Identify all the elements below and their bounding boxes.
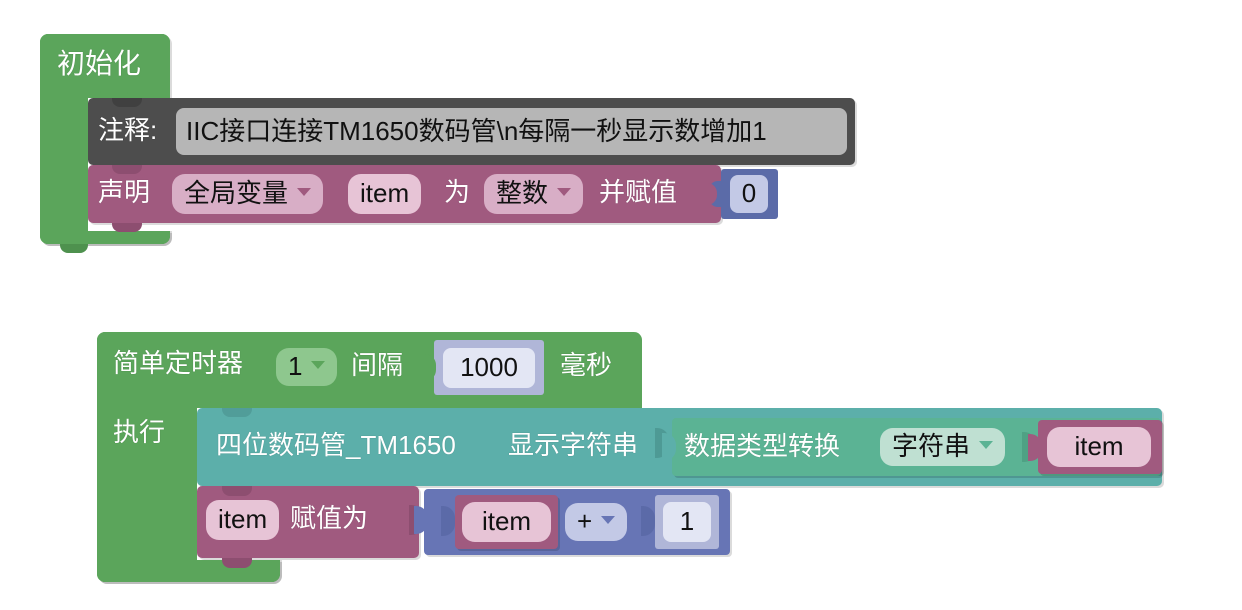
variable-set-notch	[222, 486, 252, 496]
comment-block-notch	[112, 98, 142, 107]
declare-var-name-field[interactable]: item	[348, 174, 422, 214]
variable-get-value-1: item	[1074, 431, 1124, 461]
chevron-down-icon	[979, 441, 994, 449]
declare-scope-dropdown[interactable]: 全局变量	[172, 174, 324, 214]
timer-title-label: 简单定时器	[113, 348, 244, 378]
device-name-label: 四位数码管_TM1650	[216, 430, 456, 460]
timer-interval-label: 间隔	[351, 350, 404, 380]
declare-type-dropdown[interactable]: 整数	[484, 174, 584, 214]
timer-block-footer	[97, 560, 280, 582]
timer-interval-number-field[interactable]: 1000	[443, 348, 535, 388]
variable-get-field-2[interactable]: item	[462, 502, 551, 542]
type-convert-target-value: 字符串	[892, 431, 971, 461]
comment-text-field[interactable]: IIC接口连接TM1650数码管\n每隔一秒显示数增加1	[176, 108, 847, 155]
declare-var-name-value: item	[360, 178, 410, 208]
declare-keyword-label: 声明	[98, 177, 151, 207]
timer-id-dropdown[interactable]: 1	[276, 348, 338, 386]
variable-set-name-value: item	[218, 504, 268, 534]
declare-value-number-field[interactable]: 0	[730, 175, 768, 213]
device-action-label: 显示字符串	[508, 430, 639, 460]
arithmetic-operator-value: +	[577, 506, 593, 536]
blockly-workspace[interactable]: 初始化 注释: IIC接口连接TM1650数码管\n每隔一秒显示数增加1 声明 …	[0, 0, 1242, 610]
type-convert-label: 数据类型转换	[684, 431, 841, 461]
timer-do-label: 执行	[113, 417, 166, 447]
declare-block-notch	[112, 165, 142, 174]
comment-block-label: 注释:	[98, 115, 158, 145]
timer-id-value: 1	[288, 351, 303, 381]
declare-type-value: 整数	[496, 178, 549, 208]
timer-unit-label: 毫秒	[560, 350, 613, 380]
init-block-bottom-notch	[60, 244, 88, 253]
arithmetic-operator-dropdown[interactable]: +	[565, 503, 628, 541]
declare-assign-label: 并赋值	[599, 177, 678, 207]
init-block-title: 初始化	[57, 48, 142, 79]
variable-get-field-1[interactable]: item	[1047, 427, 1151, 467]
type-convert-target-dropdown[interactable]: 字符串	[880, 428, 1006, 466]
chevron-down-icon	[297, 188, 312, 196]
chevron-down-icon	[601, 516, 616, 524]
arithmetic-right-number-field[interactable]: 1	[663, 502, 711, 542]
chevron-down-icon	[557, 188, 572, 196]
declare-scope-value: 全局变量	[184, 178, 289, 208]
declare-block-bottom-notch	[112, 223, 142, 232]
variable-set-name-field[interactable]: item	[206, 500, 280, 540]
chevron-down-icon	[311, 361, 326, 369]
declare-as-label: 为	[444, 177, 471, 207]
device-display-notch	[222, 408, 252, 417]
init-block-footer	[40, 231, 170, 244]
variable-get-value-2: item	[481, 506, 532, 536]
variable-set-bottom-notch	[222, 558, 252, 568]
variable-set-label: 赋值为	[290, 503, 369, 533]
